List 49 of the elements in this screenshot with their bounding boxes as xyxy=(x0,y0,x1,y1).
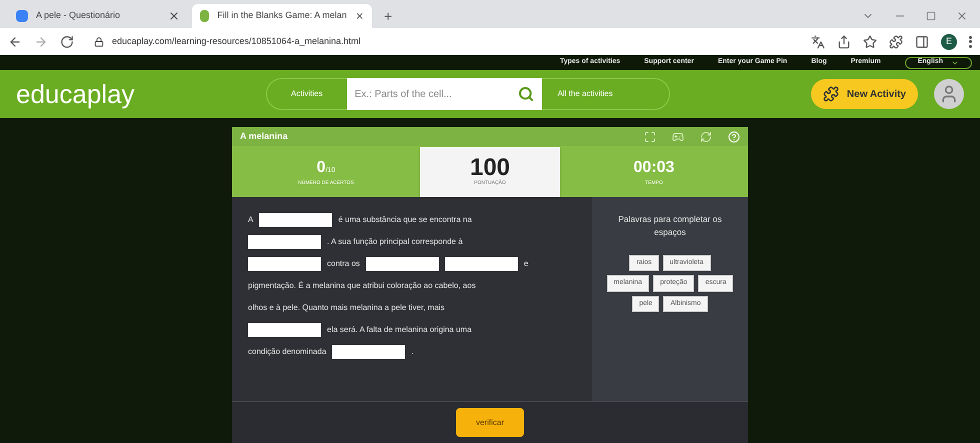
gamepad-icon[interactable] xyxy=(672,130,684,142)
lock-icon xyxy=(94,36,104,46)
side-panel-icon[interactable] xyxy=(915,34,929,48)
user-avatar[interactable] xyxy=(934,79,964,109)
forward-icon[interactable] xyxy=(34,34,48,48)
timer-value: 00:03 xyxy=(634,158,674,178)
extensions-icon[interactable] xyxy=(889,34,903,48)
passage-text: e xyxy=(524,258,528,270)
translate-icon[interactable] xyxy=(811,34,825,48)
passage-text: . xyxy=(411,346,414,358)
blank-field[interactable] xyxy=(259,213,332,227)
address-bar[interactable]: educaplay.com/learning-resources/10851064-a_melanina.html xyxy=(86,32,799,52)
blank-field[interactable] xyxy=(366,257,439,271)
profile-avatar[interactable]: E xyxy=(941,34,957,50)
passage-text: contra os xyxy=(327,258,360,270)
passage-text: condição denominada xyxy=(248,346,326,358)
help-icon[interactable] xyxy=(728,130,740,142)
menu-icon[interactable] xyxy=(969,36,972,48)
browser-tab[interactable]: Fill in the Blanks Game: A melan xyxy=(192,4,372,28)
close-icon[interactable] xyxy=(168,10,180,22)
favicon-icon xyxy=(16,10,28,22)
reload-icon[interactable] xyxy=(60,34,74,48)
score-value: 100 xyxy=(470,156,510,180)
game-title: A melanina xyxy=(240,130,289,143)
passage-text: ela será. A falta de melanina origina uma xyxy=(327,324,472,336)
passage-text: A xyxy=(248,214,254,226)
fullscreen-icon[interactable] xyxy=(644,130,656,142)
passage-text: . A sua função principal corresponde à xyxy=(327,236,463,248)
blank-field[interactable] xyxy=(248,257,321,271)
star-icon[interactable] xyxy=(863,34,877,48)
new-activity-button[interactable]: New Activity xyxy=(810,79,918,109)
blank-field[interactable] xyxy=(248,323,321,337)
maximize-icon[interactable] xyxy=(926,11,936,21)
back-icon[interactable] xyxy=(8,34,22,48)
passage-text: é uma substância que se encontra na xyxy=(338,214,472,226)
tab-title: Fill in the Blanks Game: A melan xyxy=(217,9,347,22)
words-heading: Palavras para completar os espaços xyxy=(617,213,723,238)
passage-text: pigmentação. É a melanina que atribui coloração ao cabelo, aos xyxy=(248,280,476,292)
blank-field[interactable] xyxy=(444,257,518,271)
check-button[interactable]: verificar xyxy=(456,408,524,437)
blank-field[interactable] xyxy=(332,345,406,359)
new-tab-button[interactable]: + xyxy=(376,4,400,28)
restart-icon[interactable] xyxy=(700,130,712,142)
favicon-icon xyxy=(200,10,210,22)
blank-field[interactable] xyxy=(248,235,321,249)
passage-text: olhos e à pele. Quanto mais melanina a pele tiver, mais xyxy=(248,302,445,314)
share-icon[interactable] xyxy=(837,34,851,48)
tab-title: A pele - Questionário xyxy=(36,9,122,22)
puzzle-icon xyxy=(822,86,839,102)
